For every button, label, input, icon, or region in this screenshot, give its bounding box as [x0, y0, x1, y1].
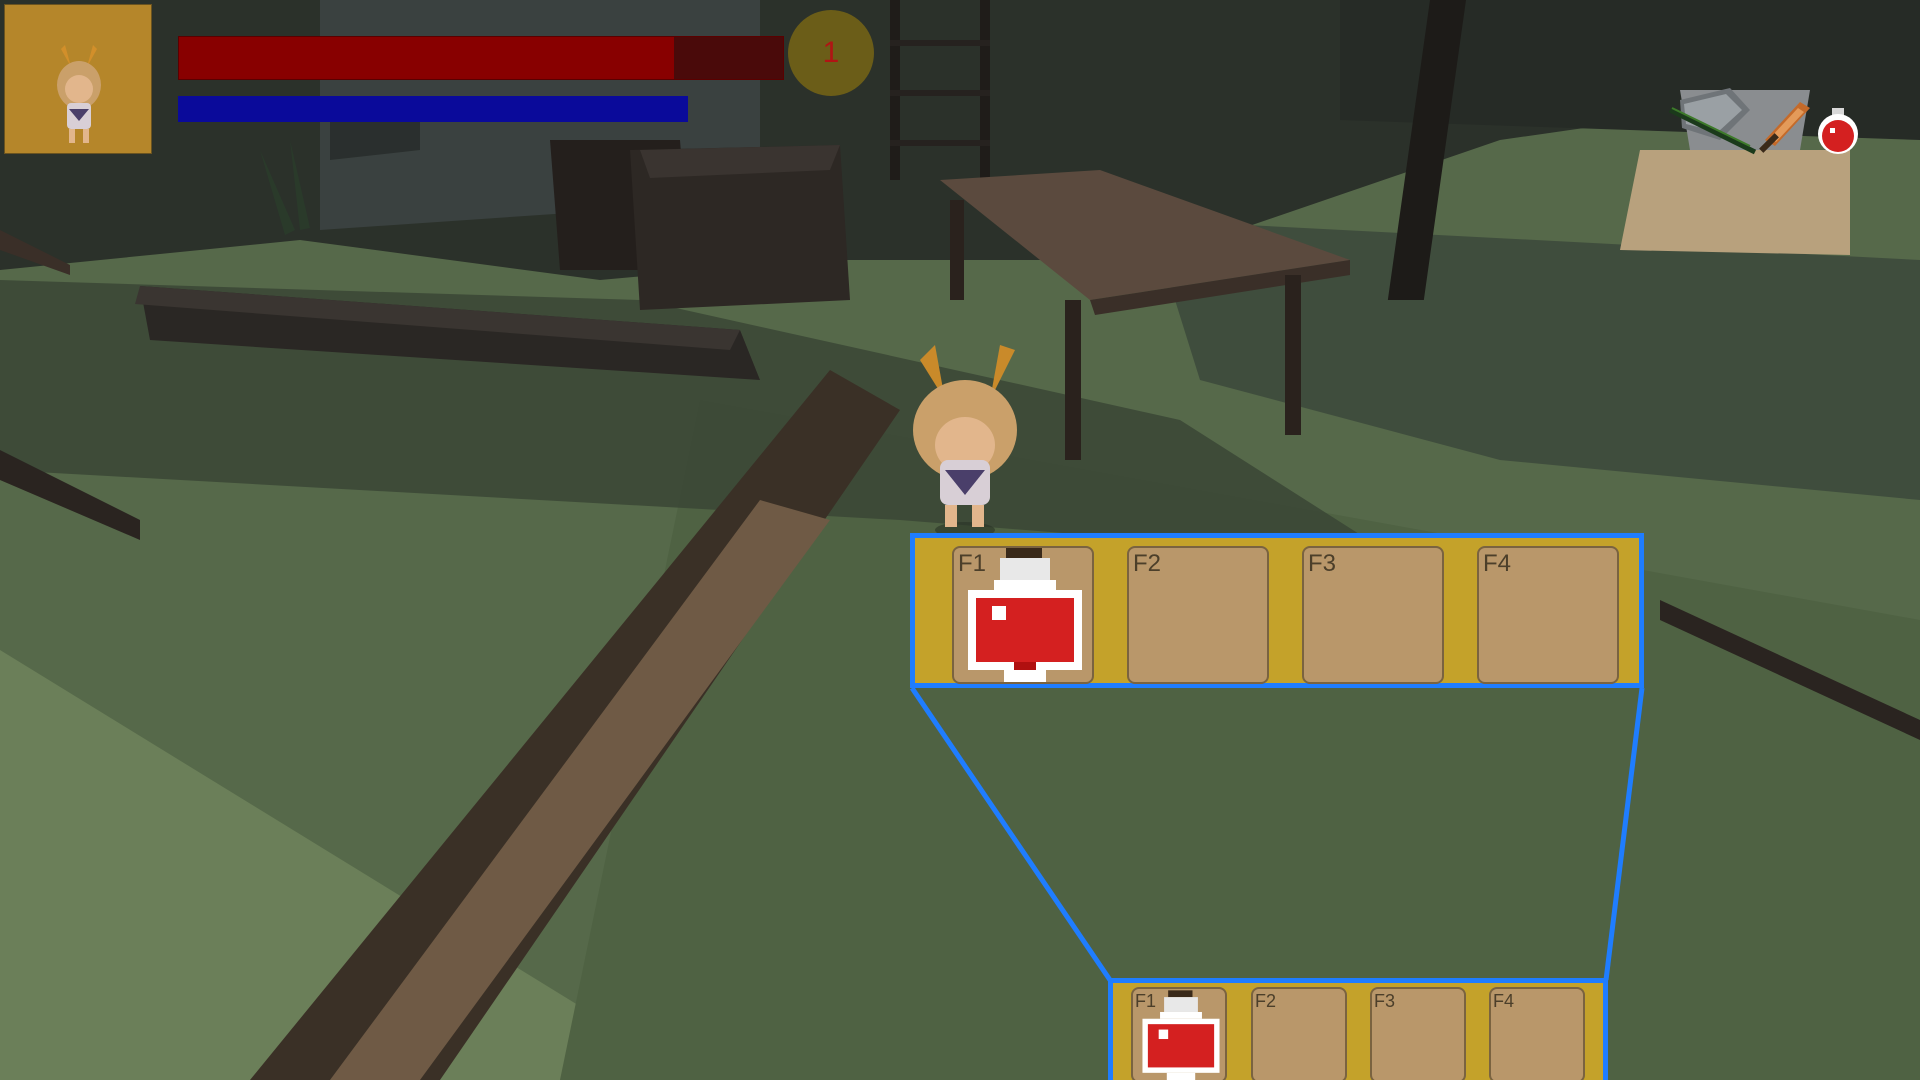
player-portrait[interactable]: [4, 4, 152, 154]
mana-bar-fill: [178, 96, 688, 122]
slot-key-label: F2: [1255, 991, 1277, 1011]
mana-bar: [178, 96, 688, 122]
health-bar-fill: [179, 37, 675, 79]
hotbar: F1 F2 F3 F4: [1108, 978, 1608, 1080]
level-number: 1: [822, 36, 840, 69]
hotbar-zoomed-slot-1[interactable]: F1: [952, 546, 1094, 684]
hotbar-slot-2[interactable]: F2: [1251, 987, 1347, 1080]
slot-key-label: F2: [1133, 550, 1162, 577]
hotbar-slot-3[interactable]: F3: [1370, 987, 1466, 1080]
slot-key-label: F4: [1483, 550, 1512, 577]
sword-icon[interactable]: [1759, 102, 1810, 153]
shield-icon[interactable]: [1668, 88, 1757, 155]
character-portrait-icon: [57, 45, 101, 143]
red-potion-icon: [1142, 990, 1220, 1080]
hotbar-zoomed-slot-2[interactable]: F2: [1127, 546, 1269, 684]
potion-icon[interactable]: [1818, 108, 1858, 154]
health-bar: [178, 36, 784, 80]
hotbar-slot-1[interactable]: F1: [1131, 987, 1227, 1080]
hotbar-zoomed: F1 F2 F3 F4: [910, 533, 1644, 688]
slot-key-label: F3: [1308, 550, 1337, 577]
slot-key-label: F4: [1493, 991, 1515, 1011]
level-badge: 1: [788, 10, 874, 96]
red-potion-icon: [968, 548, 1082, 682]
hotbar-zoomed-slot-4[interactable]: F4: [1477, 546, 1619, 684]
hotbar-zoomed-slot-3[interactable]: F3: [1302, 546, 1444, 684]
hotbar-slot-4[interactable]: F4: [1489, 987, 1585, 1080]
slot-key-label: F3: [1374, 991, 1396, 1011]
equipment-icons: [1660, 80, 1860, 175]
game-viewport[interactable]: 1 F1 F2 F3 F4 F1 F2 F3 F4: [0, 0, 1920, 1080]
